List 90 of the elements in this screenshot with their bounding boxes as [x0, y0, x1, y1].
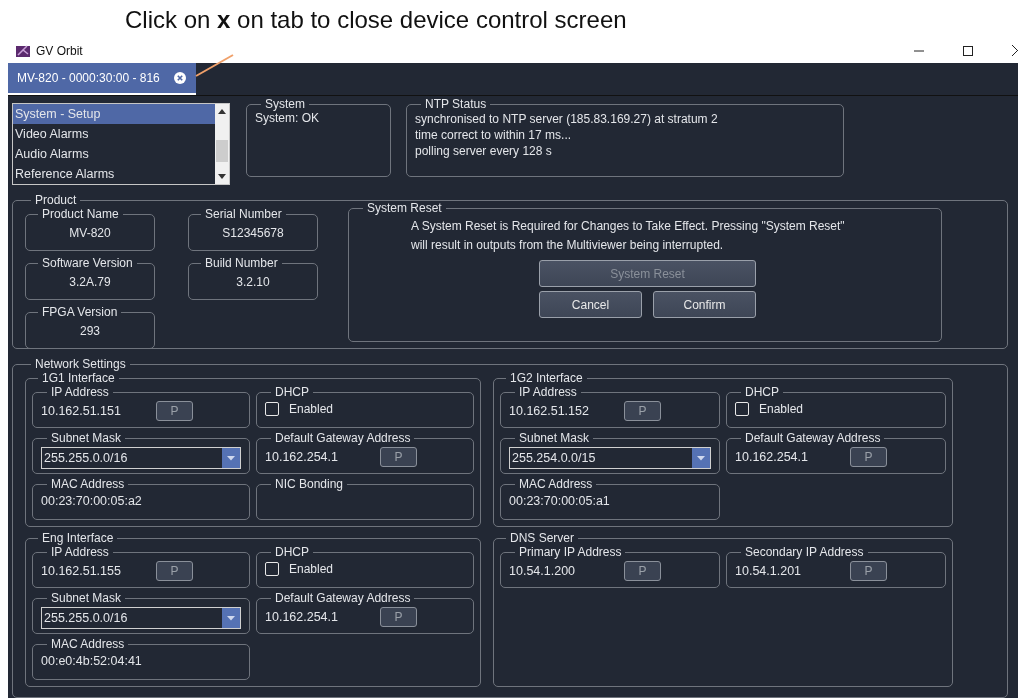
field-label: DHCP: [744, 385, 780, 399]
app-logo-icon: [16, 44, 30, 57]
list-item[interactable]: Video Alarms: [13, 124, 215, 144]
action-button[interactable]: Confirm: [653, 291, 756, 318]
preset-button[interactable]: P: [156, 561, 193, 581]
preset-button[interactable]: P: [156, 401, 193, 421]
field-label: NIC Bonding: [274, 477, 345, 491]
address-value: 10.54.1.201: [735, 564, 803, 578]
address-value: 10.162.51.151: [41, 404, 122, 418]
field-value: 3.2A.79: [68, 274, 112, 291]
address-value: 00:23:70:00:05:a1: [509, 494, 610, 508]
field-label: Default Gateway Address: [274, 591, 412, 605]
field-label: DHCP: [274, 385, 310, 399]
group-title: System Reset: [366, 201, 443, 215]
scrollbar[interactable]: [215, 104, 229, 184]
field-label: DHCP: [274, 545, 310, 559]
field-label: Subnet Mask: [518, 431, 591, 445]
field-label: IP Address: [50, 545, 110, 559]
checkbox-label: Enabled: [759, 402, 804, 416]
field-label: Default Gateway Address: [274, 431, 412, 445]
address-value: 00:e0:4b:52:04:41: [41, 654, 142, 668]
address-value: 10.162.51.155: [41, 564, 122, 578]
field-label: MAC Address: [50, 477, 126, 491]
field-label: MAC Address: [518, 477, 594, 491]
field-label: Software Version: [41, 256, 134, 270]
dropdown-arrow-icon: [697, 455, 705, 461]
field-label: MAC Address: [50, 637, 126, 651]
field-label: FPGA Version: [41, 305, 119, 319]
action-button[interactable]: Cancel: [539, 291, 642, 318]
scroll-down-icon[interactable]: [218, 174, 226, 179]
preset-button[interactable]: P: [624, 401, 661, 421]
status-text: System: OK: [255, 111, 320, 125]
dropdown-arrow-icon: [227, 455, 235, 461]
scroll-thumb[interactable]: [216, 140, 228, 162]
field-label: Product Name: [41, 207, 120, 221]
preset-button[interactable]: P: [624, 561, 661, 581]
checkbox[interactable]: [735, 402, 749, 416]
preset-button[interactable]: P: [380, 607, 417, 627]
address-value: 10.162.51.152: [509, 404, 590, 418]
preset-button[interactable]: P: [850, 447, 887, 467]
message-line: will result in outputs from the Multiviewer being interrupted.: [411, 237, 725, 254]
dropdown-arrow-icon: [227, 615, 235, 621]
group-title: DNS Server: [509, 531, 575, 545]
window-title: GV Orbit: [36, 43, 83, 58]
group-title: Network Settings: [34, 357, 127, 371]
field-label: IP Address: [50, 385, 110, 399]
message-line: A System Reset is Required for Changes to Take Effect. Pressing "System Reset": [411, 218, 846, 235]
address-value: 10.54.1.200: [509, 564, 577, 578]
callout-text: Click on x on tab to close device control screen: [125, 6, 627, 33]
field-label: Serial Number: [204, 207, 283, 221]
checkbox-label: Enabled: [289, 562, 334, 576]
leader-line: [195, 54, 234, 77]
address-value: 10.162.254.1: [735, 450, 809, 464]
field-value: S12345678: [221, 225, 285, 242]
list-item[interactable]: Reference Alarms: [13, 164, 215, 184]
subnet-dropdown[interactable]: 255.254.0.0/15: [509, 447, 711, 469]
field-label: Subnet Mask: [50, 431, 123, 445]
list-item[interactable]: Audio Alarms: [13, 144, 215, 164]
group-title: 1G2 Interface: [509, 371, 584, 385]
checkbox[interactable]: [265, 562, 279, 576]
group-title: System: [264, 97, 306, 111]
scroll-up-icon[interactable]: [218, 109, 226, 114]
checkbox[interactable]: [265, 402, 279, 416]
field-label: IP Address: [518, 385, 578, 399]
subnet-dropdown[interactable]: 255.255.0.0/16: [41, 447, 241, 469]
address-value: 10.162.254.1: [265, 450, 339, 464]
address-value: 00:23:70:00:05:a2: [41, 494, 142, 508]
status-line: polling server every 128 s: [415, 143, 553, 159]
status-line: time correct to within 17 ms...: [415, 127, 573, 143]
field-value: 293: [79, 323, 101, 340]
group-title: NTP Status: [424, 97, 488, 111]
field-label: Default Gateway Address: [744, 431, 882, 445]
field-label: Secondary IP Address: [744, 545, 865, 559]
subnet-dropdown[interactable]: 255.255.0.0/16: [41, 607, 241, 629]
device-tab[interactable]: MV-820 - 0000:30:00 - 816: [8, 63, 196, 95]
field-label: Build Number: [204, 256, 279, 270]
status-line: synchronised to NTP server (185.83.169.27) at stratum 2: [415, 111, 719, 127]
field-value: MV-820: [68, 225, 112, 242]
field-label: Subnet Mask: [50, 591, 123, 605]
group-title: Product: [34, 193, 78, 207]
maximize-icon[interactable]: [963, 45, 973, 56]
address-value: 10.162.254.1: [265, 610, 339, 624]
group-title: 1G1 Interface: [41, 371, 116, 385]
field-value: 3.2.10: [235, 274, 271, 291]
checkbox-label: Enabled: [289, 402, 334, 416]
preset-button[interactable]: P: [380, 447, 417, 467]
list-item[interactable]: System - Setup: [13, 104, 215, 124]
field-label: Primary IP Address: [518, 545, 623, 559]
preset-button[interactable]: P: [850, 561, 887, 581]
group-title: Eng Interface: [41, 531, 115, 545]
